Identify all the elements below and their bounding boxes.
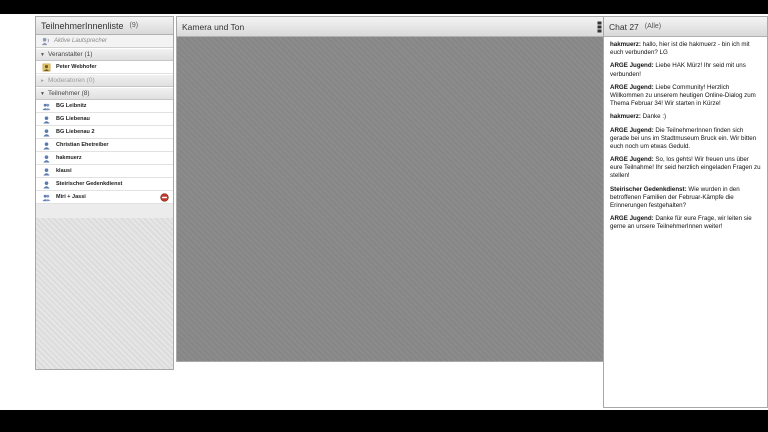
user-icon — [43, 141, 50, 150]
participant-row[interactable]: hakmuerz — [36, 152, 173, 165]
chat-messages: hakmuerz: hallo, hier ist die hakmuerz -… — [604, 37, 767, 232]
active-speaker-row: Aktive Lautsprecher — [36, 35, 173, 48]
chat-pod: Chat 27 (Alle) hakmuerz: hallo, hier ist… — [603, 16, 768, 408]
group-hosts-label: Veranstalter (1) — [48, 51, 93, 58]
user-icon — [43, 154, 50, 163]
participant-name: BG Liebenau 2 — [56, 129, 95, 135]
pod-menu-icon[interactable] — [597, 21, 602, 33]
participants-title: TeilnehmerInnenliste — [41, 20, 124, 31]
chat-message: ARGE Jugend: Die TeilnehmerInnen finden … — [610, 126, 757, 150]
video-area — [177, 37, 603, 361]
user-icon — [43, 115, 50, 124]
camera-header[interactable]: Kamera und Ton — [177, 17, 603, 37]
group-participants-label: Teilnehmer (8) — [48, 90, 90, 97]
participant-row[interactable]: Miri + Jassi — [36, 191, 173, 204]
participants-count: (9) — [129, 22, 139, 29]
participant-row[interactable]: BG Liebenau 2 — [36, 126, 173, 139]
participants-pod: TeilnehmerInnenliste (9) Aktive Lautspre… — [35, 16, 174, 370]
participant-row[interactable]: BG Leibnitz — [36, 100, 173, 113]
chat-message: ARGE Jugend: So, los gehts! Wir freuen u… — [610, 156, 761, 180]
participant-name: Peter Webhofer — [56, 64, 97, 70]
meeting-room: TeilnehmerInnenliste (9) Aktive Lautspre… — [0, 14, 768, 410]
participant-name: Steirischer Gedenkdienst — [56, 181, 123, 187]
group-moderators-label: Moderatoren (0) — [48, 77, 95, 84]
participants-header[interactable]: TeilnehmerInnenliste (9) — [36, 17, 173, 35]
chevron-down-icon: ▼ — [40, 90, 45, 97]
status-away-icon — [160, 193, 169, 202]
user-icon — [43, 180, 50, 189]
participant-name: BG Liebenau — [56, 116, 90, 122]
camera-title: Kamera und Ton — [182, 21, 245, 32]
camera-pod: Kamera und Ton — [176, 16, 604, 362]
participant-name: Miri + Jassi — [56, 194, 86, 200]
participant-name: hakmuerz — [56, 155, 82, 161]
group-moderators[interactable]: ► Moderatoren (0) — [36, 74, 173, 87]
chat-message: ARGE Jugend: Liebe Community! Herzlich W… — [610, 83, 756, 108]
participant-row[interactable]: Christian Ehetreiber — [36, 139, 173, 152]
speaker-icon — [41, 37, 50, 45]
participant-name: Christian Ehetreiber — [56, 142, 109, 148]
user-icon — [43, 167, 50, 176]
participant-name: BG Leibnitz — [56, 103, 87, 109]
group-user-icon — [42, 194, 51, 201]
group-hosts[interactable]: ▼ Veranstalter (1) — [36, 48, 173, 61]
chat-message: Steirischer Gedenkdienst: Wie wurden in … — [610, 185, 740, 209]
chat-message: hakmuerz: Danke :) — [610, 113, 667, 121]
chat-message: hakmuerz: hallo, hier ist die hakmuerz -… — [610, 41, 750, 57]
participant-row-host[interactable]: Peter Webhofer — [36, 61, 173, 74]
group-participants[interactable]: ▼ Teilnehmer (8) — [36, 87, 173, 100]
chat-header[interactable]: Chat 27 (Alle) — [604, 17, 767, 37]
chat-title: Chat 27 — [609, 21, 639, 32]
user-icon — [43, 128, 50, 137]
participants-empty-area — [36, 218, 173, 369]
chat-message: ARGE Jugend: Danke für eure Frage, wir l… — [610, 215, 752, 231]
chat-message: ARGE Jugend: Liebe HAK Mürz! Ihr seid mi… — [610, 62, 746, 78]
host-user-icon — [42, 63, 51, 71]
chevron-right-icon: ► — [40, 77, 45, 84]
group-user-icon — [42, 103, 51, 110]
participant-row[interactable]: Steirischer Gedenkdienst — [36, 178, 173, 191]
active-speaker-label: Aktive Lautsprecher — [54, 38, 108, 44]
chevron-down-icon: ▼ — [40, 51, 45, 58]
participant-row[interactable]: klausi — [36, 165, 173, 178]
chat-scope[interactable]: (Alle) — [645, 23, 661, 30]
participant-row[interactable]: BG Liebenau — [36, 113, 173, 126]
participant-name: klausi — [56, 168, 72, 174]
